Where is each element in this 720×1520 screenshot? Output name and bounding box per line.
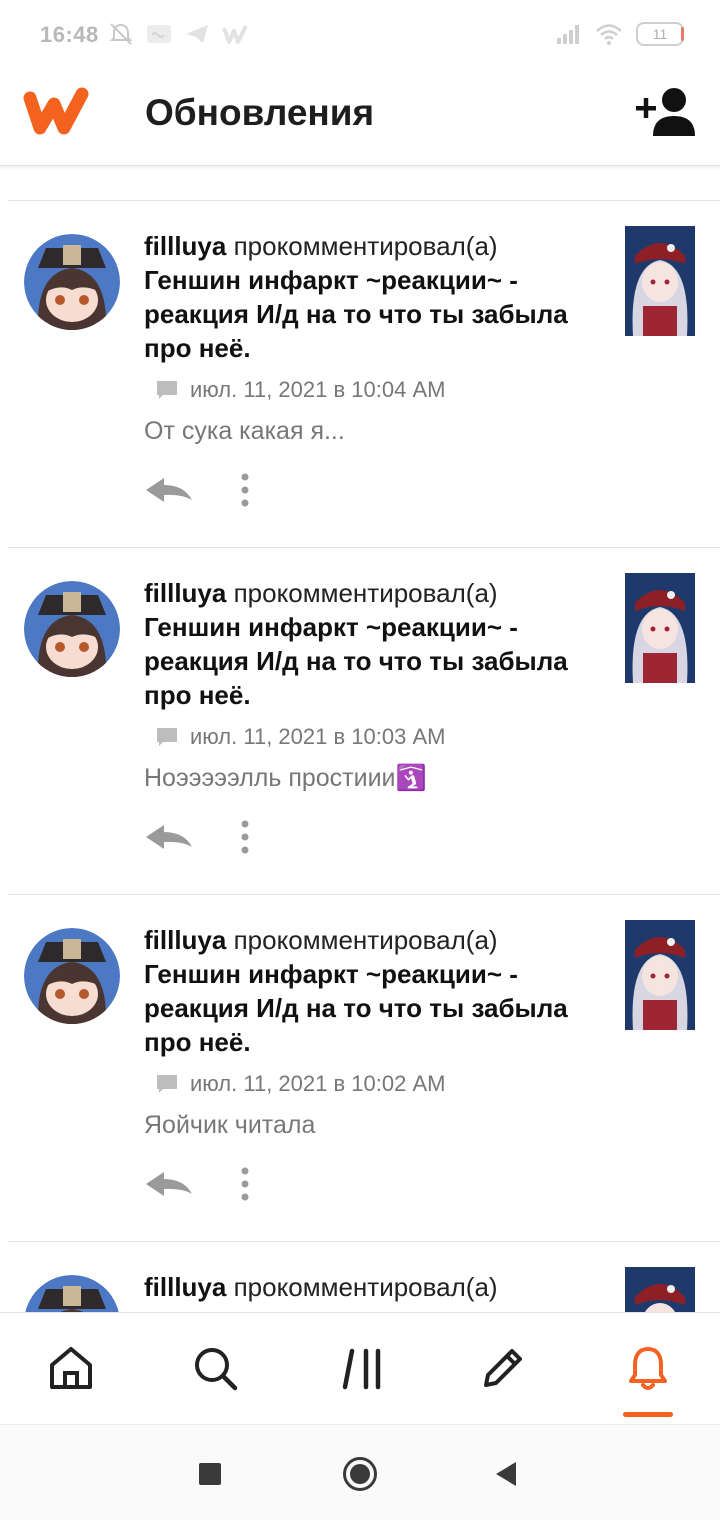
- notification-headline[interactable]: fillluya прокомментировал(а) Геншин инфа…: [144, 229, 604, 365]
- username[interactable]: fillluya: [144, 925, 226, 955]
- notification-actions: [144, 473, 250, 507]
- bottom-navigation: [0, 1312, 720, 1424]
- timestamp: июл. 11, 2021 в 10:02 AM: [190, 1071, 446, 1096]
- story-cover[interactable]: [625, 573, 695, 683]
- notification-actions: [144, 1167, 250, 1201]
- reply-icon[interactable]: [144, 1170, 194, 1198]
- notification-content: fillluya прокомментировал(а) Геншин инфа…: [144, 576, 604, 793]
- reply-icon[interactable]: [144, 476, 194, 504]
- notification-item[interactable]: fillluya прокомментировал(а) Геншин инфа…: [8, 547, 720, 894]
- action-text: прокомментировал(а): [233, 925, 498, 955]
- comment-text: От сука какая я...: [144, 417, 345, 445]
- username[interactable]: fillluya: [144, 231, 226, 261]
- timestamp: июл. 11, 2021 в 10:03 AM: [190, 724, 446, 749]
- notification-meta: июл. 11, 2021 в 10:04 AM: [144, 377, 604, 403]
- more-options-icon[interactable]: [240, 1167, 250, 1201]
- wifi-icon: [596, 24, 622, 45]
- status-time: 16:48: [40, 22, 99, 47]
- more-options-icon[interactable]: [240, 820, 250, 854]
- home-icon[interactable]: [46, 1343, 96, 1393]
- story-title[interactable]: Геншин инфаркт ~реакции~ - реакция И/д н…: [144, 263, 604, 365]
- story-cover[interactable]: [625, 226, 695, 336]
- avatar[interactable]: [24, 928, 120, 1024]
- story-title[interactable]: Геншин инфаркт ~реакции~ - реакция И/д н…: [144, 957, 604, 1059]
- more-options-icon[interactable]: [240, 473, 250, 507]
- notification-item[interactable]: fillluya прокомментировал(а) Геншин инфа…: [8, 894, 720, 1241]
- comment-icon: [157, 1075, 177, 1093]
- mute-bell-icon: [109, 23, 133, 45]
- avatar[interactable]: [24, 581, 120, 677]
- action-text: прокомментировал(а): [233, 231, 498, 261]
- username[interactable]: fillluya: [144, 1272, 226, 1302]
- notification-meta: июл. 11, 2021 в 10:03 AM: [144, 724, 604, 750]
- reply-icon[interactable]: [144, 823, 194, 851]
- add-friend-icon[interactable]: [636, 86, 698, 138]
- bell-icon[interactable]: [623, 1343, 673, 1393]
- telegram-icon: [186, 25, 208, 43]
- battery-level: 11: [652, 26, 668, 42]
- story-cover[interactable]: [625, 1267, 695, 1312]
- notification-content: fillluya прокомментировал(а) Геншин инфа…: [144, 923, 604, 1140]
- status-notification-icons: [108, 22, 248, 46]
- library-icon[interactable]: [338, 1343, 388, 1393]
- notification-headline[interactable]: fillluya прокомментировал(а): [144, 1270, 604, 1304]
- wattpad-small-icon: [222, 25, 248, 44]
- notification-meta: июл. 11, 2021 в 10:02 AM: [144, 1071, 604, 1097]
- active-tab-indicator: [623, 1412, 673, 1417]
- system-navigation-bar: [0, 1424, 720, 1520]
- comment-text: Яойчик читала: [144, 1111, 316, 1139]
- notification-item[interactable]: fillluya прокомментировал(а) Геншин инфа…: [8, 200, 720, 547]
- avatar[interactable]: [24, 234, 120, 330]
- username[interactable]: fillluya: [144, 578, 226, 608]
- signal-icon: [557, 25, 579, 44]
- notification-headline[interactable]: fillluya прокомментировал(а) Геншин инфа…: [144, 576, 604, 712]
- story-title[interactable]: Геншин инфаркт ~реакции~ - реакция И/д н…: [144, 610, 604, 712]
- comment-icon: [157, 728, 177, 746]
- message-icon: [147, 25, 171, 43]
- search-icon[interactable]: [190, 1343, 240, 1393]
- notification-headline[interactable]: fillluya прокомментировал(а) Геншин инфа…: [144, 923, 604, 1059]
- avatar[interactable]: [24, 1275, 120, 1312]
- status-bar: 16:48 11: [0, 0, 720, 70]
- timestamp: июл. 11, 2021 в 10:04 AM: [190, 377, 446, 402]
- comment-icon: [157, 381, 177, 399]
- comment-text: Ноэээээлль простиии🛐: [144, 764, 427, 792]
- home-button-icon[interactable]: [342, 1456, 378, 1492]
- notification-content: fillluya прокомментировал(а) Геншин инфа…: [144, 229, 604, 446]
- wattpad-logo-icon[interactable]: [22, 84, 90, 138]
- story-cover[interactable]: [625, 920, 695, 1030]
- action-text: прокомментировал(а): [233, 578, 498, 608]
- app-bar: Обновления: [0, 70, 720, 166]
- pencil-icon[interactable]: [478, 1343, 528, 1393]
- page-title: Обновления: [145, 92, 375, 133]
- notification-actions: [144, 820, 250, 854]
- battery-indicator: 11: [636, 22, 684, 46]
- recent-apps-icon[interactable]: [199, 1463, 221, 1485]
- notification-item[interactable]: fillluya прокомментировал(а): [8, 1241, 720, 1312]
- status-right-icons: 11: [554, 22, 684, 46]
- notification-feed: fillluya прокомментировал(а) Геншин инфа…: [0, 200, 720, 1312]
- action-text: прокомментировал(а): [233, 1272, 498, 1302]
- back-icon[interactable]: [494, 1461, 518, 1487]
- notification-content: fillluya прокомментировал(а): [144, 1270, 604, 1304]
